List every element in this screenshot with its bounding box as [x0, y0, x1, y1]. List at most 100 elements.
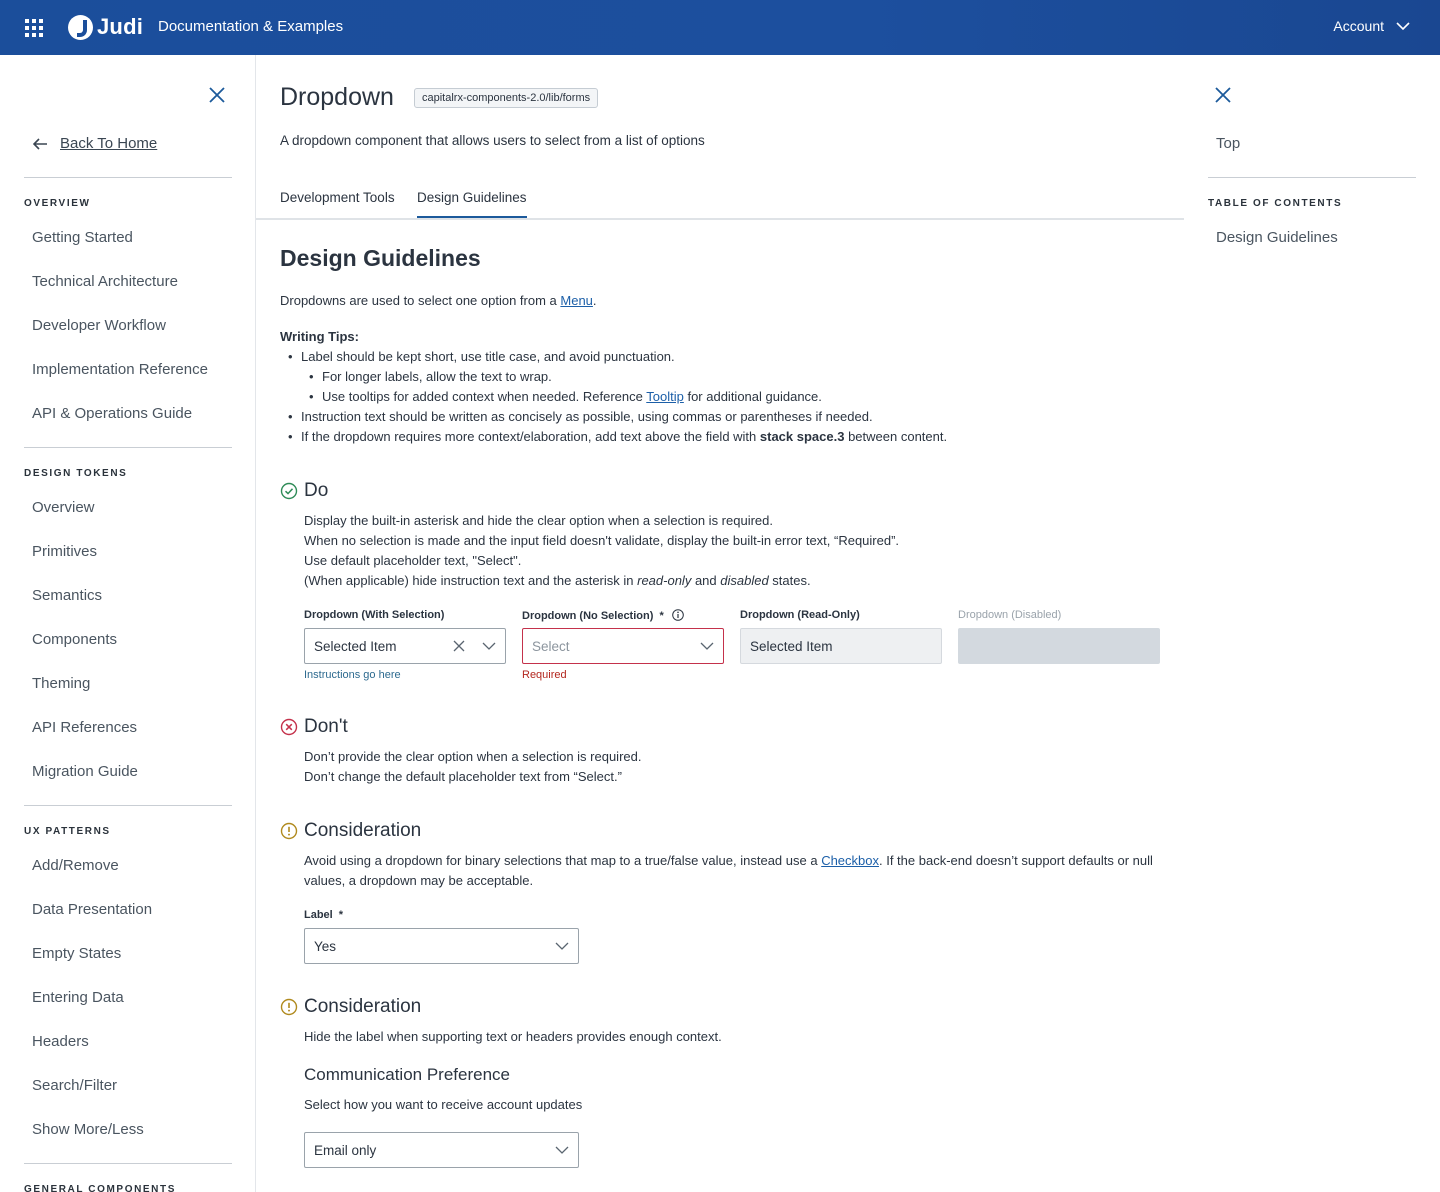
tip-text: for additional guidance.	[683, 389, 822, 404]
x-circle-icon	[280, 718, 298, 736]
communication-preference-dropdown[interactable]: Email only	[304, 1132, 579, 1168]
page-description: A dropdown component that allows users t…	[280, 133, 705, 148]
label-dropdown[interactable]: Yes	[304, 928, 579, 964]
tip-text: Use tooltips for added context when need…	[322, 389, 647, 404]
sidebar-item-api-references[interactable]: API References	[32, 719, 137, 736]
consideration-section-title: Consideration	[280, 820, 421, 842]
sidebar-item-theming[interactable]: Theming	[32, 675, 90, 692]
label-field-label: Label *	[304, 909, 343, 921]
dropdown-read-only-label: Dropdown (Read-Only)	[740, 609, 860, 621]
toc-heading: TABLE OF CONTENTS	[1208, 198, 1343, 209]
sidebar-item-empty-states[interactable]: Empty States	[32, 945, 121, 962]
sidebar-item-getting-started[interactable]: Getting Started	[32, 229, 133, 246]
list-item: For longer labels, allow the text to wra…	[280, 367, 947, 387]
tab-development-tools[interactable]: Development Tools	[280, 190, 395, 205]
sidebar-item-search-filter[interactable]: Search/Filter	[32, 1077, 117, 1094]
tabs-underline	[256, 218, 1184, 220]
main-content: Dropdown capitalrx-components-2.0/lib/fo…	[256, 55, 1184, 1192]
sidebar-item-primitives[interactable]: Primitives	[32, 543, 97, 560]
sidebar-item-implementation-reference[interactable]: Implementation Reference	[32, 361, 208, 378]
tab-design-guidelines[interactable]: Design Guidelines	[417, 190, 527, 218]
sidebar-item-technical-architecture[interactable]: Technical Architecture	[32, 273, 178, 290]
back-to-home-label: Back To Home	[60, 135, 158, 152]
do-title: Do	[304, 480, 329, 501]
do-guidance: Display the built-in asterisk and hide t…	[304, 511, 899, 591]
dropdown-value: Selected Item	[750, 638, 833, 654]
sidebar-item-developer-workflow[interactable]: Developer Workflow	[32, 317, 166, 334]
dropdown-with-selection-label: Dropdown (With Selection)	[304, 609, 445, 621]
arrow-left-icon	[33, 137, 47, 150]
sidebar-heading-overview: OVERVIEW	[24, 198, 91, 209]
dont-line: Don’t change the default placeholder tex…	[304, 769, 622, 784]
tip-text: between content.	[844, 429, 948, 444]
top-navigation-bar: Judi Documentation & Examples Account	[0, 0, 1440, 55]
do-line-text: states.	[768, 573, 811, 588]
intro-text: Dropdowns are used to select one option …	[280, 291, 597, 311]
sidebar-item-entering-data[interactable]: Entering Data	[32, 989, 124, 1006]
consideration-section-title: Consideration	[280, 996, 421, 1018]
do-section-title: Do	[280, 480, 328, 502]
judi-logo[interactable]: Judi	[68, 14, 143, 40]
dropdown-placeholder: Select	[532, 638, 570, 654]
tooltip-link[interactable]: Tooltip	[646, 389, 684, 404]
check-circle-icon	[280, 482, 298, 500]
dont-line: Don’t provide the clear option when a se…	[304, 749, 642, 764]
app-title: Documentation & Examples	[158, 18, 344, 35]
back-to-home-link[interactable]: Back To Home	[33, 135, 157, 152]
sidebar-item-components[interactable]: Components	[32, 631, 117, 648]
do-line-text: and	[691, 573, 721, 588]
dropdown-with-selection[interactable]: Selected Item	[304, 628, 506, 664]
sidebar-divider	[24, 177, 232, 178]
close-toc-icon[interactable]	[1215, 87, 1231, 103]
sidebar-item-data-presentation[interactable]: Data Presentation	[32, 901, 152, 918]
dropdown-read-only: Selected Item	[740, 628, 942, 664]
do-line-emphasis: disabled	[720, 573, 769, 588]
list-item: Instruction text should be written as co…	[280, 407, 947, 427]
table-of-contents-panel: Top TABLE OF CONTENTS Design Guidelines	[1184, 55, 1440, 1192]
account-menu-button[interactable]: Account	[1333, 18, 1410, 34]
example-description: Select how you want to receive account u…	[304, 1097, 583, 1112]
do-line-emphasis: read-only	[637, 573, 692, 588]
list-item: Label should be kept short, use title ca…	[280, 347, 947, 367]
dropdown-value: Yes	[314, 938, 337, 954]
sidebar-item-api-operations-guide[interactable]: API & Operations Guide	[32, 405, 192, 422]
list-item: Use tooltips for added context when need…	[280, 387, 947, 407]
section-heading: Design Guidelines	[280, 245, 481, 271]
account-label: Account	[1333, 18, 1384, 34]
sidebar-item-migration-guide[interactable]: Migration Guide	[32, 763, 138, 780]
label-text: Dropdown (No Selection)	[522, 610, 654, 622]
sidebar-item-semantics[interactable]: Semantics	[32, 587, 102, 604]
toc-item-design-guidelines[interactable]: Design Guidelines	[1216, 229, 1338, 246]
example-heading: Communication Preference	[304, 1065, 510, 1084]
label-text: Label	[304, 909, 333, 921]
clear-icon[interactable]	[453, 640, 465, 652]
writing-tips-label: Writing Tips:	[280, 329, 359, 344]
consideration-title: Consideration	[304, 820, 422, 841]
consideration-text: Avoid using a dropdown for binary select…	[304, 851, 1154, 891]
dropdown-disabled	[958, 628, 1160, 664]
toc-divider	[1208, 177, 1416, 178]
do-line: (When applicable) hide instruction text …	[304, 571, 899, 591]
sidebar-heading-general-components: GENERAL COMPONENTS	[24, 1184, 176, 1192]
dropdown-error-text: Required	[522, 669, 567, 681]
dropdown-helper-text: Instructions go here	[304, 669, 401, 681]
tip-bold-text: stack space.3	[759, 429, 845, 444]
menu-link[interactable]: Menu	[560, 293, 593, 308]
toc-top-link[interactable]: Top	[1216, 135, 1240, 152]
judi-logo-icon	[68, 14, 93, 40]
intro-text-prefix: Dropdowns are used to select one option …	[280, 293, 561, 308]
checkbox-link[interactable]: Checkbox	[821, 853, 879, 868]
dropdown-no-selection-label: Dropdown (No Selection) *	[522, 609, 684, 622]
app-grid-icon[interactable]	[25, 19, 43, 37]
close-sidebar-icon[interactable]	[209, 87, 225, 103]
sidebar-item-show-more-less[interactable]: Show More/Less	[32, 1121, 144, 1138]
consideration-title: Consideration	[304, 996, 422, 1017]
sidebar-item-add-remove[interactable]: Add/Remove	[32, 857, 119, 874]
sidebar-item-overview[interactable]: Overview	[32, 499, 95, 516]
chevron-down-icon	[482, 642, 496, 650]
dropdown-no-selection[interactable]: Select	[522, 628, 724, 664]
sidebar-item-headers[interactable]: Headers	[32, 1033, 89, 1050]
info-icon[interactable]	[671, 609, 684, 621]
do-line: Display the built-in asterisk and hide t…	[304, 513, 773, 528]
logo-text: Judi	[97, 14, 144, 39]
